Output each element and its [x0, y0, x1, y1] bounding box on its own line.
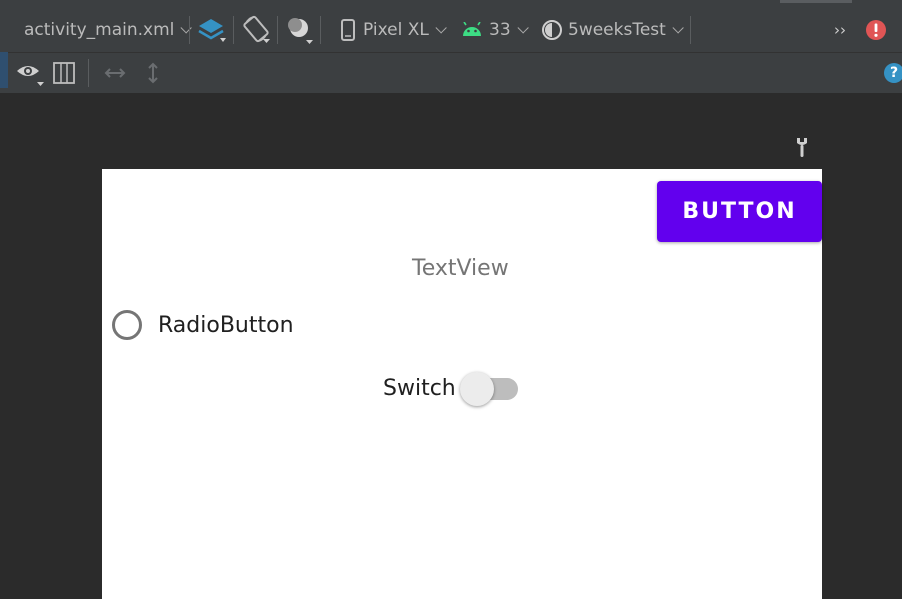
overflow-button[interactable]: ›› — [834, 8, 846, 52]
tab-indicator — [780, 0, 852, 3]
help-button[interactable]: ? — [884, 53, 902, 93]
orientation-icon — [243, 15, 270, 43]
android-icon — [463, 22, 481, 36]
night-mode-button[interactable] — [287, 8, 317, 52]
radio-circle-icon — [112, 310, 142, 340]
radio-button-label: RadioButton — [158, 312, 294, 338]
chevron-down-icon — [517, 22, 529, 34]
issues-button[interactable] — [865, 8, 887, 52]
orientation-button[interactable] — [242, 8, 272, 52]
design-toolbar: activity_main.xml Pixel XL 33 5weeksTest… — [0, 8, 902, 52]
toolbar-separator — [88, 59, 89, 87]
view-options-button[interactable] — [16, 53, 44, 93]
switch-thumb[interactable] — [459, 371, 494, 406]
device-name-label: Pixel XL — [363, 20, 429, 40]
design-surface-button[interactable] — [198, 8, 226, 52]
layers-icon — [198, 19, 226, 42]
device-selector-dropdown[interactable]: Pixel XL — [340, 8, 447, 52]
chevron-down-icon — [672, 22, 684, 34]
theme-name-label: 5weeksTest — [568, 20, 666, 40]
api-level-dropdown[interactable]: 33 — [461, 8, 529, 52]
preview-radio-button[interactable]: RadioButton — [112, 310, 294, 340]
theme-dropdown[interactable]: 5weeksTest — [541, 8, 684, 52]
double-chevron-right-icon: ›› — [834, 21, 846, 39]
phone-icon — [341, 19, 355, 41]
chevron-down-icon — [180, 22, 193, 34]
eye-icon — [17, 66, 44, 86]
toolbar-separator — [277, 16, 278, 44]
night-mode-icon — [288, 18, 313, 44]
toolbar-separator — [233, 16, 234, 44]
help-icon: ? — [884, 63, 902, 83]
blueprint-icon — [53, 62, 75, 84]
view-options-toolbar: ? — [0, 52, 902, 94]
horizontal-resize-button[interactable] — [103, 53, 127, 93]
vertical-resize-icon — [148, 62, 158, 84]
preview-switch[interactable]: Switch — [383, 371, 518, 406]
preview-button[interactable]: BUTTON — [657, 181, 822, 242]
theme-icon — [542, 20, 562, 40]
file-selector-dropdown[interactable]: activity_main.xml — [24, 8, 193, 52]
switch-label: Switch — [383, 376, 456, 401]
wrench-icon[interactable] — [793, 136, 811, 158]
toolbar-separator — [690, 16, 691, 44]
horizontal-resize-icon — [104, 68, 126, 78]
preview-textview[interactable]: TextView — [412, 256, 509, 281]
switch-track[interactable] — [459, 371, 518, 406]
blueprint-toggle-button[interactable] — [53, 53, 75, 93]
error-icon — [866, 20, 886, 40]
file-name-label: activity_main.xml — [24, 20, 175, 40]
top-tab-strip — [0, 0, 902, 8]
api-level-label: 33 — [489, 20, 511, 40]
selection-accent — [0, 52, 8, 88]
toolbar-separator — [189, 16, 190, 44]
chevron-down-icon — [435, 22, 447, 34]
toolbar-separator — [320, 16, 321, 44]
layout-editor-window: activity_main.xml Pixel XL 33 5weeksTest… — [0, 0, 902, 599]
vertical-resize-button[interactable] — [145, 53, 161, 93]
